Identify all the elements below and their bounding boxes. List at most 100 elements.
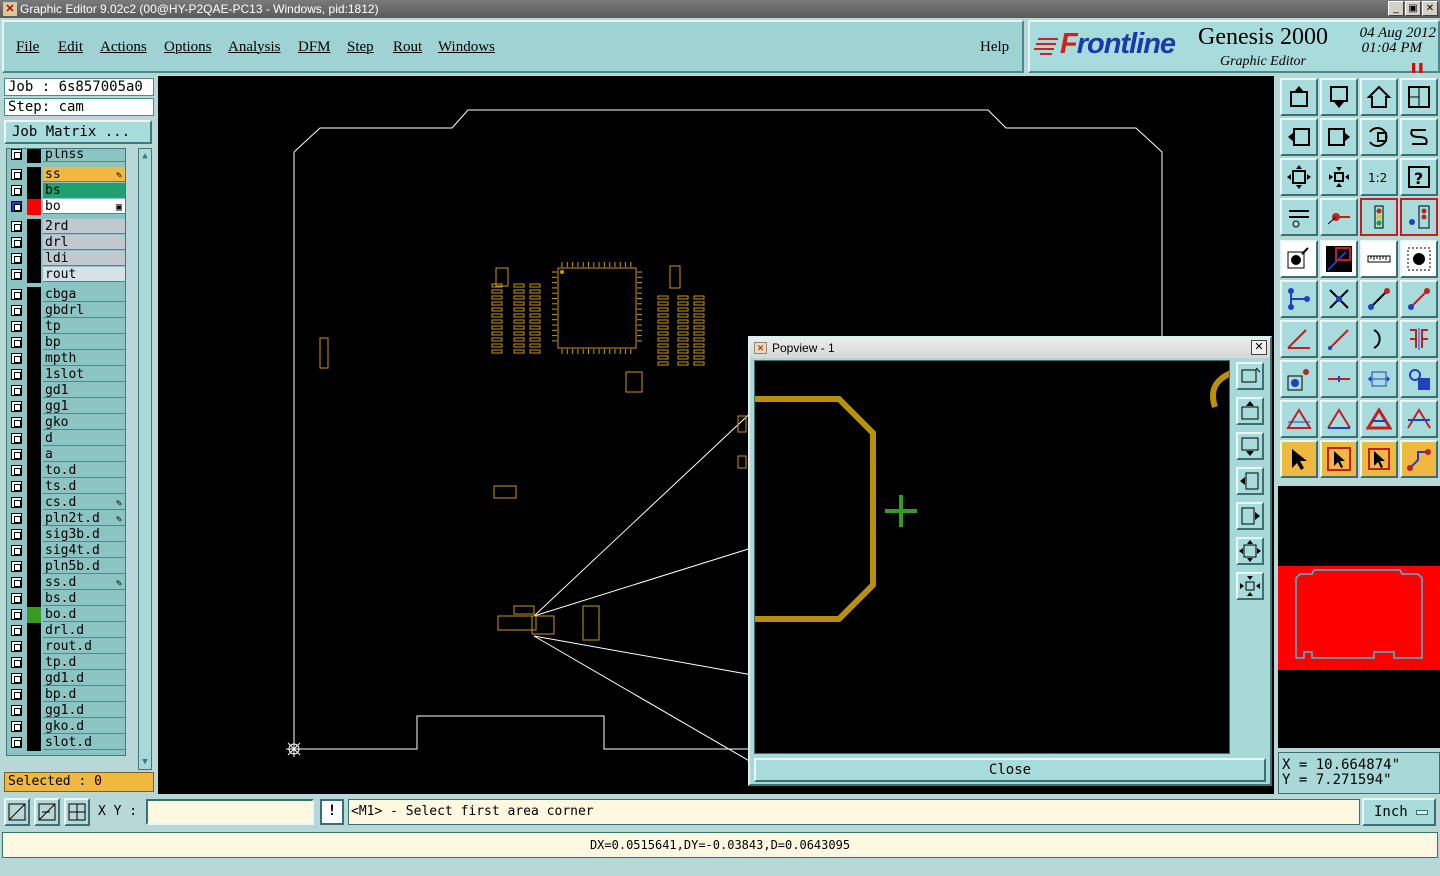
layer-checkbox[interactable] — [11, 305, 22, 316]
layer-row[interactable]: bs.d — [7, 591, 125, 607]
split-view-icon[interactable] — [1400, 78, 1438, 116]
layer-color-swatch[interactable] — [27, 431, 41, 447]
layer-row[interactable]: ldi — [7, 251, 125, 267]
layer-checkbox[interactable] — [11, 417, 22, 428]
redraw-icon[interactable] — [1360, 118, 1398, 156]
layer-row[interactable]: pln5b.d — [7, 559, 125, 575]
layer-name[interactable]: pln5b.d — [43, 559, 125, 574]
layer-name[interactable]: 2rd — [43, 219, 125, 234]
pop-zoom-in-icon[interactable] — [1236, 537, 1264, 565]
layer-row[interactable]: a — [7, 447, 125, 463]
layer-name[interactable]: rout.d — [43, 639, 125, 654]
layer-color-swatch[interactable] — [27, 607, 41, 623]
zoom-fit-icon[interactable] — [1280, 158, 1318, 196]
layer-checkbox[interactable] — [11, 481, 22, 492]
layer-row[interactable]: sig3b.d — [7, 527, 125, 543]
layer-row[interactable]: cbga — [7, 287, 125, 303]
layer-checkbox[interactable] — [11, 561, 22, 572]
layer-name[interactable]: bo ▣ — [43, 199, 125, 214]
net-connect-icon[interactable] — [1280, 280, 1318, 318]
layer-checkbox[interactable] — [11, 289, 22, 300]
menu-analysis[interactable]: Analysis — [228, 39, 281, 56]
pop-zoom-out-icon[interactable] — [1236, 572, 1264, 600]
layer-color-swatch[interactable] — [27, 655, 41, 671]
layer-color-swatch[interactable] — [27, 671, 41, 687]
select-net-icon[interactable] — [1400, 440, 1438, 478]
layer-name[interactable]: pln2t.d ✎ — [43, 511, 125, 526]
layer-row[interactable]: mpth — [7, 351, 125, 367]
menu-edit[interactable]: Edit — [58, 39, 83, 56]
triangle-arc-icon[interactable] — [1400, 400, 1438, 438]
stretch-icon[interactable] — [1360, 360, 1398, 398]
help-icon[interactable]: ? — [1400, 158, 1438, 196]
layer-checkbox[interactable] — [11, 577, 22, 588]
layer-color-swatch[interactable] — [27, 399, 41, 415]
layer-color-swatch[interactable] — [27, 543, 41, 559]
layer-color-swatch[interactable] — [27, 495, 41, 511]
layer-name[interactable]: bs — [43, 183, 125, 198]
layer-checkbox[interactable] — [11, 149, 22, 160]
layer-row[interactable]: rout — [7, 267, 125, 283]
close-window-button[interactable]: ✕ — [1422, 1, 1438, 16]
layer-row[interactable]: gg1.d — [7, 703, 125, 719]
layer-color-swatch[interactable] — [27, 575, 41, 591]
move-feature-icon[interactable] — [1360, 280, 1398, 318]
layer-checkbox[interactable] — [11, 449, 22, 460]
layer-row[interactable]: gd1 — [7, 383, 125, 399]
layer-name[interactable]: gko — [43, 415, 125, 430]
layer-name[interactable]: gd1 — [43, 383, 125, 398]
layer-row[interactable]: tp — [7, 319, 125, 335]
layer-row[interactable]: drl.d — [7, 623, 125, 639]
mirror-icon[interactable] — [1400, 320, 1438, 358]
zoom-out-icon[interactable] — [1320, 158, 1358, 196]
layer-checkbox[interactable] — [11, 253, 22, 264]
select-lasso-icon[interactable] — [1360, 440, 1398, 478]
ruler-icon[interactable] — [1360, 240, 1398, 278]
layer-name[interactable]: gg1.d — [43, 703, 125, 718]
layer-name[interactable]: drl.d — [43, 623, 125, 638]
layer-checkbox[interactable] — [11, 689, 22, 700]
horizontal-line-icon[interactable] — [1320, 360, 1358, 398]
layer-features-icon[interactable] — [1400, 198, 1438, 236]
delete-node-icon[interactable] — [1320, 280, 1358, 318]
snap-grid-icon[interactable] — [4, 798, 30, 826]
layer-checkbox[interactable] — [11, 545, 22, 556]
layer-checkbox[interactable] — [11, 221, 22, 232]
layer-row[interactable]: bp — [7, 335, 125, 351]
layer-name[interactable]: bp — [43, 335, 125, 350]
layer-color-swatch[interactable] — [27, 199, 41, 215]
layer-name[interactable]: 1slot — [43, 367, 125, 382]
popview-close-button[interactable]: Close — [754, 758, 1266, 782]
pop-pan-right-icon[interactable] — [1236, 502, 1264, 530]
layer-color-swatch[interactable] — [27, 303, 41, 319]
layer-row[interactable]: 1slot — [7, 367, 125, 383]
pop-pan-down-icon[interactable] — [1236, 432, 1264, 460]
layer-color-swatch[interactable] — [27, 703, 41, 719]
layer-row[interactable]: tp.d — [7, 655, 125, 671]
menu-dfm[interactable]: DFM — [298, 39, 331, 56]
units-dropdown[interactable]: Inch — [1362, 798, 1436, 826]
slash-line-icon[interactable] — [1320, 320, 1358, 358]
layer-name[interactable]: ldi — [43, 251, 125, 266]
layer-color-swatch[interactable] — [27, 367, 41, 383]
layer-checkbox[interactable] — [11, 169, 22, 180]
layer-checkbox[interactable] — [11, 641, 22, 652]
layer-name[interactable]: plnss — [43, 149, 125, 162]
layer-row[interactable]: gko — [7, 415, 125, 431]
layer-color-swatch[interactable] — [27, 149, 41, 163]
menu-rout[interactable]: Rout — [393, 39, 422, 56]
layer-color-swatch[interactable] — [27, 511, 41, 527]
layer-scrollbar[interactable]: ▲ ▼ — [138, 148, 152, 770]
menu-actions[interactable]: Actions — [100, 39, 147, 56]
layer-checkbox[interactable] — [11, 385, 22, 396]
layer-checkbox[interactable] — [11, 513, 22, 524]
layer-name[interactable]: to.d — [43, 463, 125, 478]
layer-checkbox[interactable] — [11, 737, 22, 748]
triangle-line-icon[interactable] — [1320, 400, 1358, 438]
angle-line-icon[interactable] — [1280, 320, 1318, 358]
layer-display-icon[interactable] — [1360, 198, 1398, 236]
layer-checkbox[interactable] — [11, 353, 22, 364]
graphic-control-icon[interactable] — [1280, 198, 1318, 236]
transform-icon[interactable] — [1400, 360, 1438, 398]
layer-row[interactable]: d — [7, 431, 125, 447]
